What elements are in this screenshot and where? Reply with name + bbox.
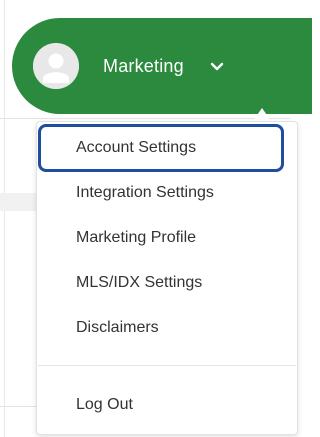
dropdown-caret [253,108,271,121]
menu-item-integration-settings[interactable]: Integration Settings [76,183,214,203]
menu-item-log-out[interactable]: Log Out [76,395,133,415]
background-divider [4,0,5,437]
menu-item-mls-idx-settings[interactable]: MLS/IDX Settings [76,273,202,293]
menu-item-marketing-profile[interactable]: Marketing Profile [76,228,196,248]
user-avatar-icon [33,43,79,89]
account-dropdown-menu: Account Settings Integration Settings Ma… [36,121,298,435]
account-name: Marketing [103,56,184,76]
chevron-down-icon [208,57,226,75]
account-menu-toggle[interactable]: Marketing [12,18,312,114]
menu-item-disclaimers[interactable]: Disclaimers [76,318,159,338]
background-divider [0,118,290,119]
menu-divider [38,365,296,366]
menu-item-account-settings[interactable]: Account Settings [76,138,196,158]
